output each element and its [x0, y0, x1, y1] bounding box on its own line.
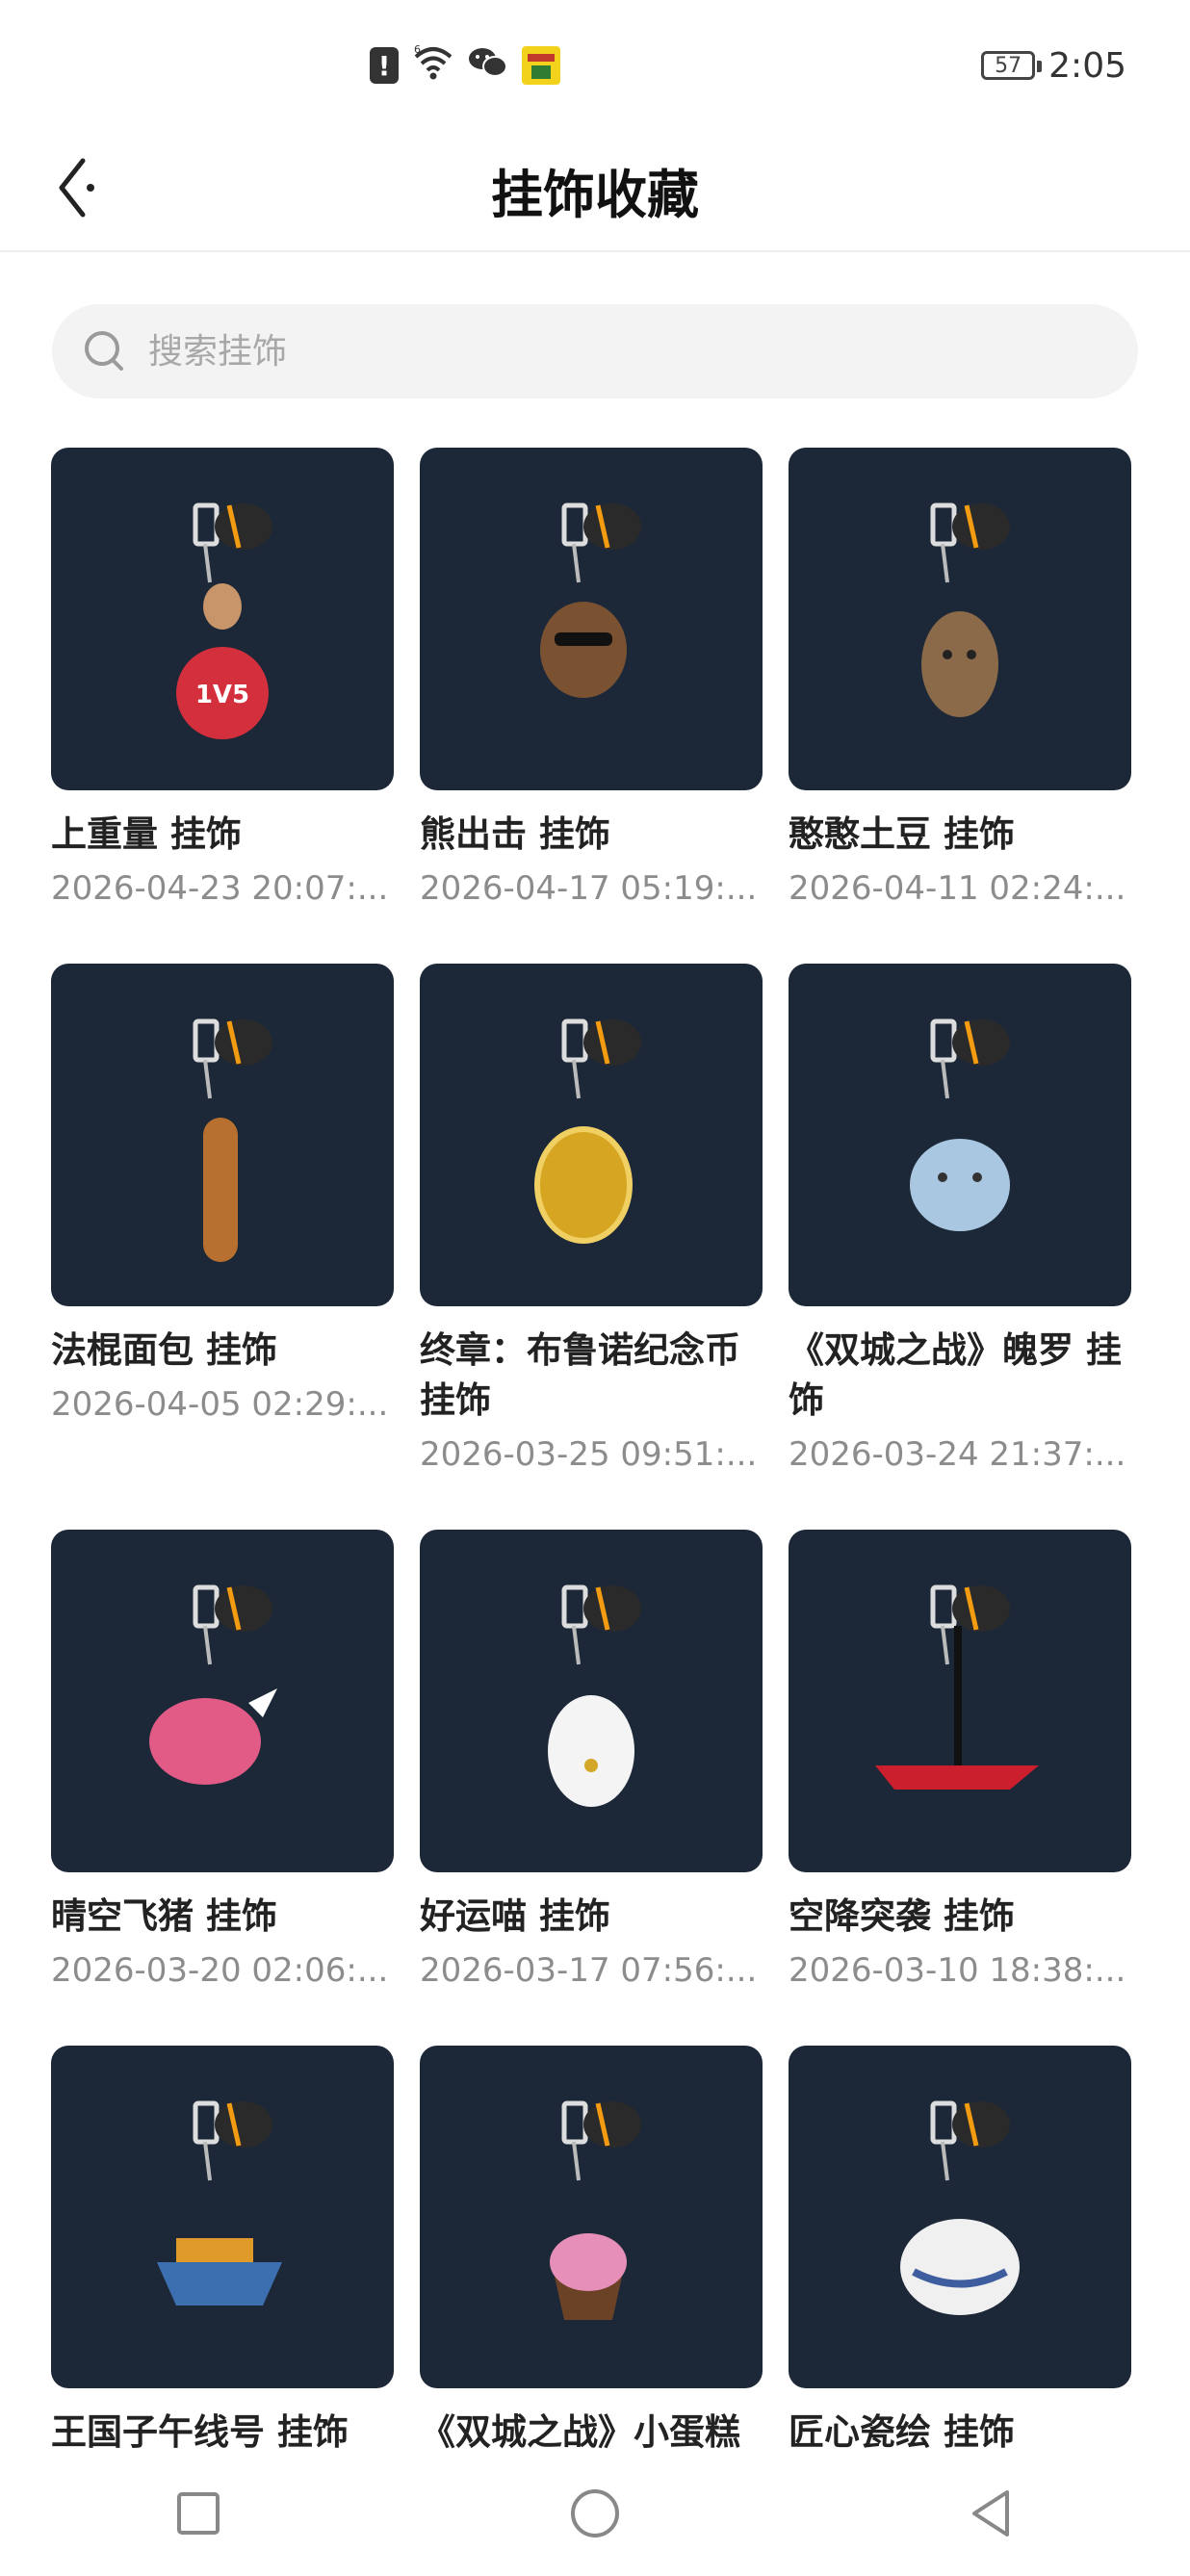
- charm-collection-grid: 1V5 上重量 挂饰 2026-04-23 20:07:... 熊出击 挂饰 2026…: [0, 448, 1190, 2450]
- charm-card[interactable]: 匠心瓷绘 挂饰: [789, 2046, 1131, 2450]
- system-back-button[interactable]: [944, 2465, 1040, 2562]
- status-bar: ! 6 57 2:05: [0, 0, 1190, 125]
- circle-icon: [571, 2488, 619, 2537]
- charm-thumbnail[interactable]: [51, 964, 394, 1306]
- charm-date: 2026-04-17 05:19:...: [420, 869, 758, 908]
- system-nav-bar: [0, 2450, 1190, 2576]
- kettlebell-charm-icon: 1V5: [176, 502, 272, 739]
- lucky-cat-charm-icon: [548, 1584, 641, 1807]
- svg-text:1V5: 1V5: [195, 681, 249, 709]
- search-input[interactable]: [146, 330, 1074, 373]
- charm-card[interactable]: 熊出击 挂饰 2026-04-17 05:19:...: [420, 448, 763, 912]
- status-icons: ! 6: [370, 42, 560, 89]
- charm-date: 2026-03-10 18:38:...: [789, 1951, 1126, 1990]
- search-bar[interactable]: [52, 304, 1138, 399]
- square-icon: [177, 2491, 220, 2535]
- charm-name: 上重量 挂饰: [51, 813, 242, 855]
- nav-bar: 挂饰收藏: [0, 125, 1190, 252]
- charm-thumbnail[interactable]: 1V5: [51, 448, 394, 790]
- charm-name: 法棍面包 挂饰: [51, 1329, 277, 1371]
- charm-name: 空降突袭 挂饰: [789, 1895, 1015, 1937]
- poro-charm-icon: [910, 1018, 1010, 1231]
- charm-name: 《双城之战》魄罗 挂饰: [789, 1329, 1122, 1421]
- teapot-charm-icon: [900, 2100, 1020, 2315]
- charm-date: 2026-03-17 07:56:...: [420, 1951, 758, 1990]
- charm-name: 终章：布鲁诺纪念币 挂饰: [420, 1329, 740, 1421]
- charm-thumbnail[interactable]: [51, 2046, 394, 2388]
- wifi-icon: 6: [412, 43, 454, 89]
- status-right: 57 2:05: [981, 42, 1126, 89]
- charm-thumbnail[interactable]: [789, 1530, 1131, 1872]
- search-icon: [81, 327, 129, 375]
- charm-name: 匠心瓷绘 挂饰: [789, 2411, 1015, 2450]
- charm-card[interactable]: 王国子午线号 挂饰: [51, 2046, 394, 2450]
- charm-thumbnail[interactable]: [789, 964, 1131, 1306]
- charm-thumbnail[interactable]: [420, 1530, 763, 1872]
- charm-thumbnail[interactable]: [789, 448, 1131, 790]
- charm-card[interactable]: 好运喵 挂饰 2026-03-17 07:56:...: [420, 1530, 763, 1994]
- charm-date: 2026-04-23 20:07:...: [51, 869, 389, 908]
- charm-date: 2026-03-20 02:06:...: [51, 1951, 389, 1990]
- charm-date: 2026-04-05 02:29:...: [51, 1385, 389, 1424]
- charm-card[interactable]: 空降突袭 挂饰 2026-03-10 18:38:...: [789, 1530, 1131, 1994]
- charm-name: 好运喵 挂饰: [420, 1895, 610, 1937]
- charm-name: 晴空飞猪 挂饰: [51, 1895, 277, 1937]
- baguette-charm-icon: [193, 1018, 272, 1262]
- ship-charm-icon: [157, 2100, 282, 2306]
- charm-thumbnail[interactable]: [420, 964, 763, 1306]
- wechat-icon: [468, 45, 508, 87]
- alert-icon: !: [370, 47, 399, 84]
- charm-card[interactable]: 晴空飞猪 挂饰 2026-03-20 02:06:...: [51, 1530, 394, 1994]
- charm-card[interactable]: 终章：布鲁诺纪念币 挂饰 2026-03-25 09:51:...: [420, 964, 763, 1478]
- charm-date: 2026-04-11 02:24:...: [789, 869, 1126, 908]
- charm-card[interactable]: 《双城之战》魄罗 挂饰 2026-03-24 21:37:...: [789, 964, 1131, 1478]
- clock: 2:05: [1048, 45, 1126, 86]
- charm-card[interactable]: 憨憨土豆 挂饰 2026-04-11 02:24:...: [789, 448, 1131, 912]
- charm-thumbnail[interactable]: [420, 448, 763, 790]
- charm-name: 憨憨土豆 挂饰: [789, 813, 1015, 855]
- charm-card[interactable]: 法棍面包 挂饰 2026-04-05 02:29:...: [51, 964, 394, 1478]
- cupcake-charm-icon: [550, 2100, 641, 2320]
- coin-charm-icon: [534, 1018, 641, 1244]
- charm-card[interactable]: 《双城之战》小蛋糕: [420, 2046, 763, 2450]
- charm-card[interactable]: 1V5 上重量 挂饰 2026-04-23 20:07:...: [51, 448, 394, 912]
- charm-date: 2026-03-24 21:37:...: [789, 1435, 1126, 1474]
- page-title: 挂饰收藏: [491, 165, 699, 225]
- airdrop-charm-icon: [875, 1584, 1039, 1790]
- charm-name: 王国子午线号 挂饰: [51, 2411, 349, 2450]
- charm-date: 2026-03-25 09:51:...: [420, 1435, 758, 1474]
- charm-thumbnail[interactable]: [420, 2046, 763, 2388]
- charm-name: 《双城之战》小蛋糕: [420, 2411, 740, 2450]
- bear-charm-icon: [540, 502, 641, 698]
- recents-button[interactable]: [150, 2465, 246, 2562]
- flying-pig-charm-icon: [149, 1584, 277, 1785]
- triangle-back-icon: [972, 2489, 1009, 2537]
- app-notification-icon: [522, 46, 560, 85]
- charm-name: 熊出击 挂饰: [420, 813, 610, 855]
- network-label: 6: [414, 43, 421, 56]
- charm-thumbnail[interactable]: [51, 1530, 394, 1872]
- charm-thumbnail[interactable]: [789, 2046, 1131, 2388]
- home-button[interactable]: [547, 2465, 643, 2562]
- battery-level: 57: [995, 53, 1022, 78]
- potato-charm-icon: [921, 502, 1010, 717]
- battery-icon: 57: [981, 51, 1043, 80]
